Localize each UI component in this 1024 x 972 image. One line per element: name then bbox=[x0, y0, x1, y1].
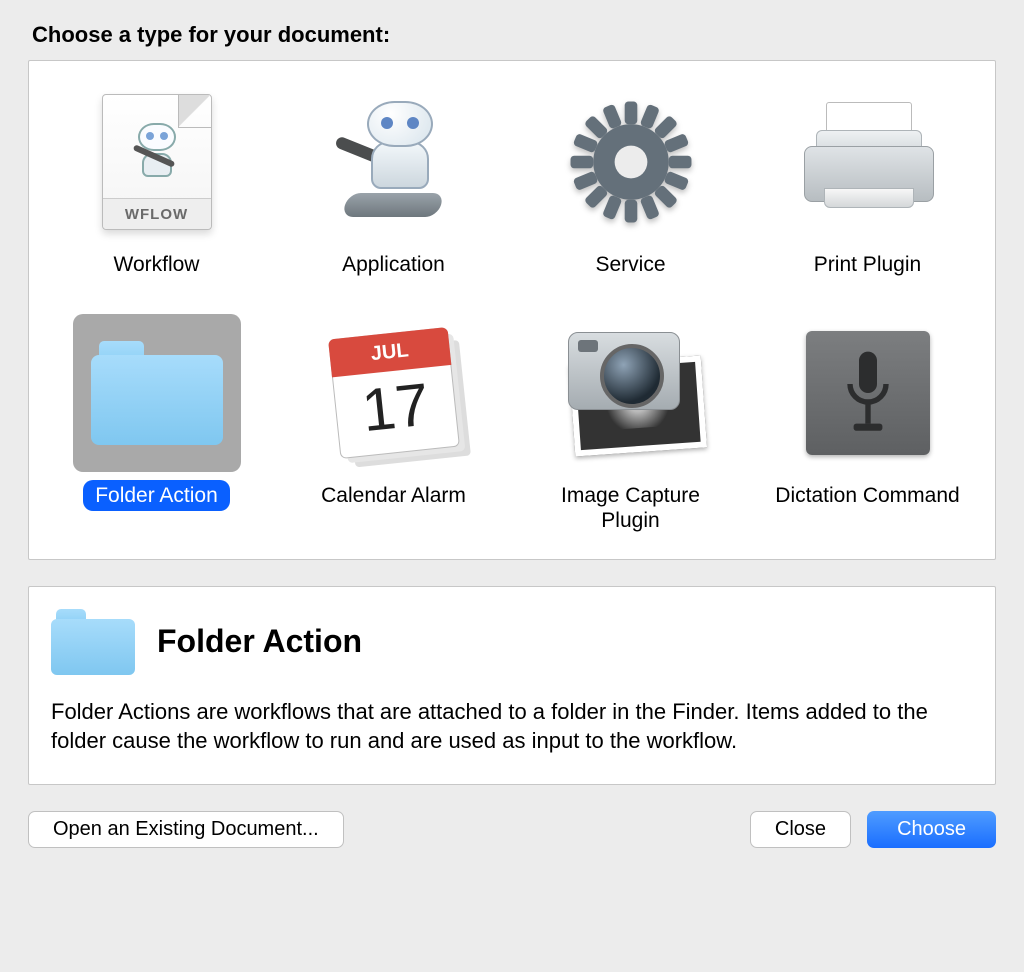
type-image-capture-plugin[interactable]: Image Capture Plugin bbox=[521, 314, 740, 536]
type-print-plugin[interactable]: Print Plugin bbox=[758, 83, 977, 280]
printer-icon bbox=[798, 102, 938, 222]
type-label: Image Capture Plugin bbox=[521, 480, 740, 536]
type-label: Print Plugin bbox=[802, 249, 933, 280]
description-text: Folder Actions are workflows that are at… bbox=[51, 697, 973, 756]
type-service[interactable]: Service bbox=[521, 83, 740, 280]
description-panel: Folder Action Folder Actions are workflo… bbox=[28, 586, 996, 785]
type-label: Folder Action bbox=[83, 480, 230, 511]
folder-icon bbox=[51, 609, 135, 675]
type-label: Dictation Command bbox=[763, 480, 971, 511]
calendar-icon: JUL 17 bbox=[328, 327, 460, 459]
dialog-heading: Choose a type for your document: bbox=[32, 22, 996, 48]
gear-icon bbox=[568, 99, 694, 225]
type-label: Calendar Alarm bbox=[309, 480, 478, 511]
type-workflow[interactable]: WFLOW Workflow bbox=[47, 83, 266, 280]
type-dictation-command[interactable]: Dictation Command bbox=[758, 314, 977, 536]
camera-icon bbox=[556, 328, 706, 458]
type-label: Application bbox=[330, 249, 457, 280]
microphone-icon bbox=[806, 331, 930, 455]
type-label: Service bbox=[583, 249, 677, 280]
workflow-icon: WFLOW bbox=[102, 94, 212, 230]
open-existing-button[interactable]: Open an Existing Document... bbox=[28, 811, 344, 848]
choose-button[interactable]: Choose bbox=[867, 811, 996, 848]
type-application[interactable]: Application bbox=[284, 83, 503, 280]
folder-icon bbox=[91, 341, 223, 445]
type-calendar-alarm[interactable]: JUL 17 Calendar Alarm bbox=[284, 314, 503, 536]
description-title: Folder Action bbox=[157, 623, 362, 660]
type-label: Workflow bbox=[102, 249, 212, 280]
application-icon bbox=[329, 97, 459, 227]
type-folder-action[interactable]: Folder Action bbox=[47, 314, 266, 536]
close-button[interactable]: Close bbox=[750, 811, 851, 848]
document-type-panel: WFLOW Workflow Application bbox=[28, 60, 996, 560]
